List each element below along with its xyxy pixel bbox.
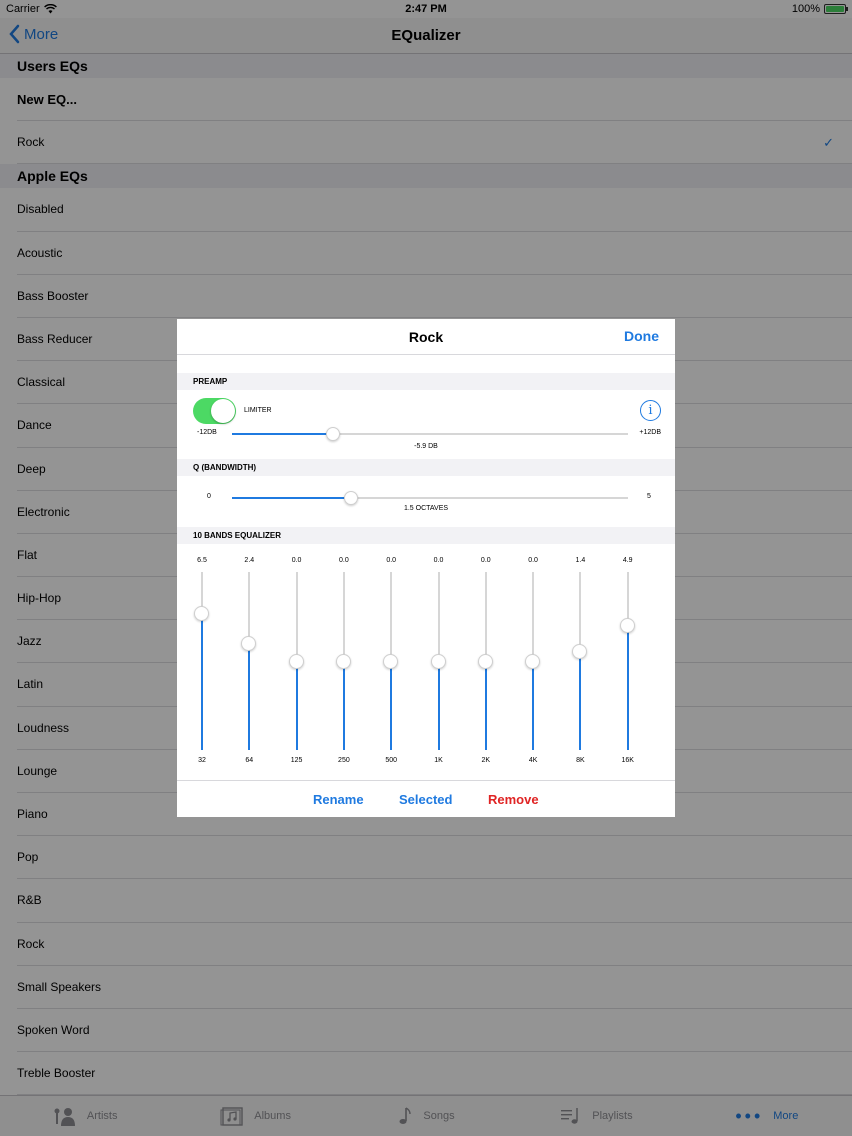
band-fill xyxy=(248,643,251,750)
band-track[interactable] xyxy=(288,572,304,750)
band-slider-2k[interactable]: 0.0 2K xyxy=(471,546,501,771)
band-value-label: 0.0 xyxy=(339,557,349,564)
q-value-label: 1.5 OCTAVES xyxy=(403,505,449,512)
band-track[interactable] xyxy=(525,572,541,750)
band-fill xyxy=(342,661,345,750)
band-frequency-label: 500 xyxy=(385,757,398,764)
preamp-max-label: +12DB xyxy=(639,429,661,436)
band-fill xyxy=(295,661,298,750)
band-frequency-label: 4K xyxy=(528,757,538,764)
band-value-label: 0.0 xyxy=(480,557,491,564)
dialog-footer: Rename Selected Remove xyxy=(177,780,675,817)
toggle-knob xyxy=(211,399,235,423)
band-track[interactable] xyxy=(619,572,635,750)
band-value-label: 2.4 xyxy=(244,557,255,564)
dialog-title: Rock xyxy=(408,329,444,345)
band-slider-1k[interactable]: 0.0 1K xyxy=(424,546,454,771)
preamp-slider[interactable] xyxy=(232,427,628,441)
preamp-slider-fill xyxy=(232,433,333,435)
band-slider-250[interactable]: 0.0 250 xyxy=(329,546,359,771)
band-fill xyxy=(532,661,535,750)
preamp-min-label: -12DB xyxy=(197,429,217,436)
band-knob[interactable] xyxy=(572,643,588,659)
band-value-label: 6.5 xyxy=(197,557,207,564)
band-slider-8k[interactable]: 1.4 8K xyxy=(565,546,595,771)
band-frequency-label: 16K xyxy=(621,757,634,764)
band-fill xyxy=(437,661,440,750)
limiter-label: LIMITER xyxy=(244,407,272,414)
band-frequency-label: 125 xyxy=(290,757,303,764)
band-value-label: 0.0 xyxy=(528,557,538,564)
band-value-label: 0.0 xyxy=(291,557,302,564)
band-fill xyxy=(626,624,629,750)
band-knob[interactable] xyxy=(619,617,635,633)
q-section-label: Q (BANDWIDTH) xyxy=(177,459,675,476)
band-track[interactable] xyxy=(383,572,399,750)
band-knob[interactable] xyxy=(383,654,399,669)
band-track[interactable] xyxy=(430,572,446,750)
band-track[interactable] xyxy=(241,572,257,750)
preamp-value-label: -5.9 DB xyxy=(414,443,438,450)
band-track[interactable] xyxy=(572,572,588,750)
band-track[interactable] xyxy=(477,572,493,750)
band-knob[interactable] xyxy=(288,654,304,669)
band-slider-16k[interactable]: 4.9 16K xyxy=(613,546,643,771)
band-track[interactable] xyxy=(194,572,209,750)
limiter-toggle[interactable] xyxy=(193,398,236,424)
band-fill xyxy=(484,661,487,750)
preamp-slider-knob[interactable] xyxy=(325,427,340,441)
band-frequency-label: 1K xyxy=(434,757,443,764)
info-icon[interactable]: i xyxy=(640,400,661,421)
band-slider-500[interactable]: 0.0 500 xyxy=(376,546,406,771)
band-knob[interactable] xyxy=(194,605,209,621)
band-fill xyxy=(201,612,203,750)
band-slider-32[interactable]: 6.5 32 xyxy=(187,546,217,771)
q-min-label: 0 xyxy=(207,493,211,500)
band-slider-64[interactable]: 2.4 64 xyxy=(234,546,264,771)
remove-button[interactable]: Remove xyxy=(488,792,539,807)
band-slider-125[interactable]: 0.0 125 xyxy=(282,546,312,771)
band-knob[interactable] xyxy=(430,654,446,669)
q-slider-knob[interactable] xyxy=(343,491,358,505)
band-knob[interactable] xyxy=(335,654,351,669)
preamp-section-label: PREAMP xyxy=(177,373,675,390)
band-frequency-label: 8K xyxy=(576,757,585,764)
band-knob[interactable] xyxy=(477,654,493,669)
dialog-header: Rock Done xyxy=(177,319,675,355)
band-value-label: 0.0 xyxy=(433,557,444,564)
band-frequency-label: 2K xyxy=(481,757,491,764)
band-frequency-label: 32 xyxy=(198,757,206,764)
band-sliders: 6.5 32 2.4 64 0.0 125 0.0 250 0.0 500 0.0 1K 0.0 2K 0.… xyxy=(177,546,675,771)
band-knob[interactable] xyxy=(525,654,541,669)
q-slider[interactable] xyxy=(232,491,628,505)
selected-button[interactable]: Selected xyxy=(399,792,452,807)
band-knob[interactable] xyxy=(241,636,257,652)
band-value-label: 4.9 xyxy=(622,557,633,564)
q-max-label: 5 xyxy=(647,493,651,500)
band-value-label: 0.0 xyxy=(386,557,397,564)
rename-button[interactable]: Rename xyxy=(313,792,364,807)
band-slider-4k[interactable]: 0.0 4K xyxy=(518,546,548,771)
band-frequency-label: 250 xyxy=(338,757,350,764)
band-frequency-label: 64 xyxy=(245,757,254,764)
band-fill xyxy=(390,661,393,750)
band-track[interactable] xyxy=(335,572,351,750)
done-button[interactable]: Done xyxy=(624,328,659,344)
equalizer-dialog: Rock Done PREAMP LIMITER i -12DB +12DB -… xyxy=(177,319,675,817)
bands-section-label: 10 BANDS EQUALIZER xyxy=(177,527,675,544)
q-slider-fill xyxy=(232,497,351,499)
band-value-label: 1.4 xyxy=(575,557,586,564)
band-fill xyxy=(579,650,582,750)
